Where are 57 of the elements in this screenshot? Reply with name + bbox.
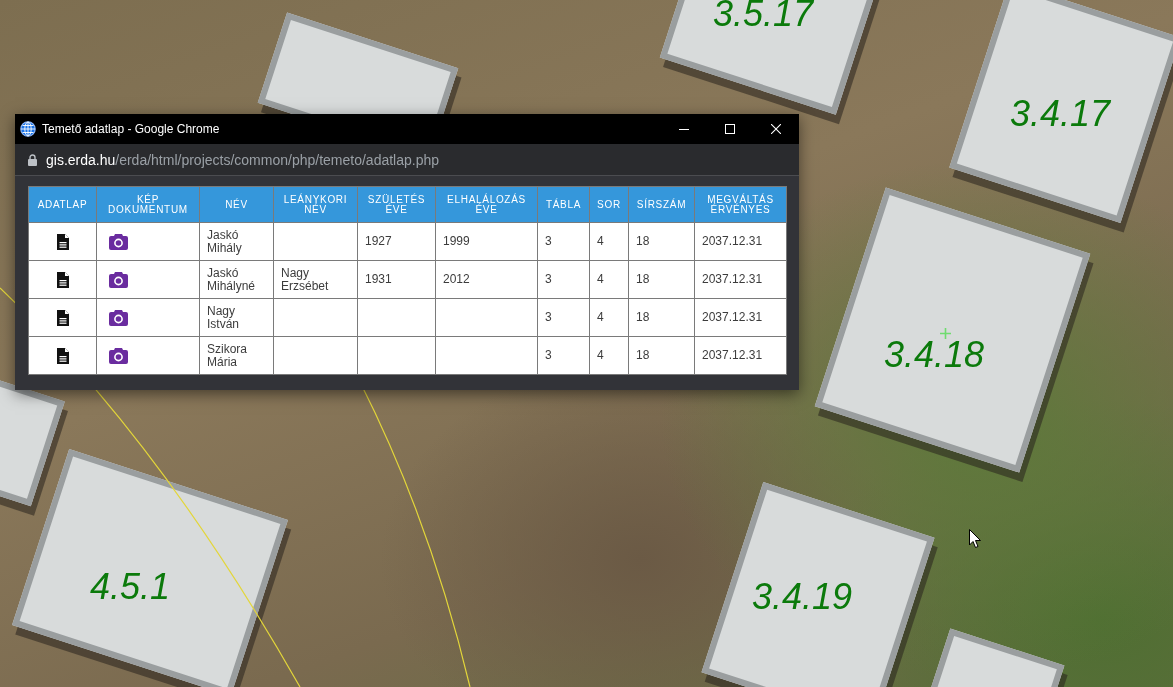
column-header: LEÁNYKORI NÉV: [273, 186, 358, 223]
table-cell: 3: [537, 298, 590, 337]
table-cell: Jaskó Mihályné: [199, 260, 274, 299]
url-text: gis.erda.hu/erda/html/projects/common/php/temeto/adatlap.php: [46, 151, 440, 168]
close-icon: [771, 124, 781, 134]
document-icon[interactable]: [56, 234, 69, 251]
table-cell: 2012: [435, 260, 538, 299]
plot-label: 3.5.17: [713, 0, 814, 27]
table-cell: 4: [589, 260, 629, 299]
column-header: SOR: [589, 186, 629, 223]
column-header: KÉP DOKUMENTUM: [96, 186, 200, 223]
table-cell: 18: [628, 260, 695, 299]
window-title: Temető adatlap - Google Chrome: [42, 122, 220, 136]
column-header: SZÜLETÉS ÉVE: [357, 186, 436, 223]
table-cell: 3: [537, 222, 590, 261]
table-cell: 4: [589, 298, 629, 337]
document-icon[interactable]: [56, 348, 69, 365]
plot-label: 3.4.19: [752, 583, 853, 610]
table-cell: 18: [628, 222, 695, 261]
table-cell: 2037.12.31: [694, 222, 787, 261]
document-icon[interactable]: [56, 310, 69, 327]
camera-icon[interactable]: [109, 348, 128, 365]
table-cell: Jaskó Mihály: [199, 222, 274, 261]
crosshair-icon: [940, 328, 951, 339]
camera-icon[interactable]: [109, 310, 128, 327]
camera-icon[interactable]: [109, 234, 128, 251]
table-cell: 18: [628, 336, 695, 375]
plot-label: 3.4.17: [1010, 100, 1111, 127]
column-header: ELHALÁLOZÁS ÉVE: [435, 186, 538, 223]
column-header: TÁBLA: [537, 186, 590, 223]
plot-label: 3.4.18: [884, 341, 985, 368]
table-cell: 4: [589, 222, 629, 261]
table-cell: 1931: [357, 260, 436, 299]
column-header: NÉV: [199, 186, 274, 223]
table-cell: Szikora Mária: [199, 336, 274, 375]
table-cell: Nagy Erzsébet: [273, 260, 358, 299]
table-cell: 2037.12.31: [694, 336, 787, 375]
column-header: MEGVÁLTÁS ÉRVÉNYES: [694, 186, 787, 223]
table-cell: 1927: [357, 222, 436, 261]
table-cell: 18: [628, 298, 695, 337]
lock-icon: [28, 153, 37, 166]
table-cell: 1999: [435, 222, 538, 261]
plot-label: 4.5.1: [90, 573, 171, 600]
document-icon[interactable]: [56, 272, 69, 289]
table-cell: 3: [537, 260, 590, 299]
table-cell: 2037.12.31: [694, 298, 787, 337]
maximize-icon: [725, 124, 735, 134]
camera-icon[interactable]: [109, 272, 128, 289]
globe-icon: [20, 121, 36, 137]
table-cell: 2037.12.31: [694, 260, 787, 299]
column-header: SÍRSZÁM: [628, 186, 695, 223]
column-header: ADATLAP: [28, 186, 97, 223]
cursor-icon: [969, 529, 981, 548]
table-cell: 3: [537, 336, 590, 375]
table-cell: Nagy István: [199, 298, 274, 337]
minimize-icon: [679, 128, 689, 130]
table-cell: 4: [589, 336, 629, 375]
